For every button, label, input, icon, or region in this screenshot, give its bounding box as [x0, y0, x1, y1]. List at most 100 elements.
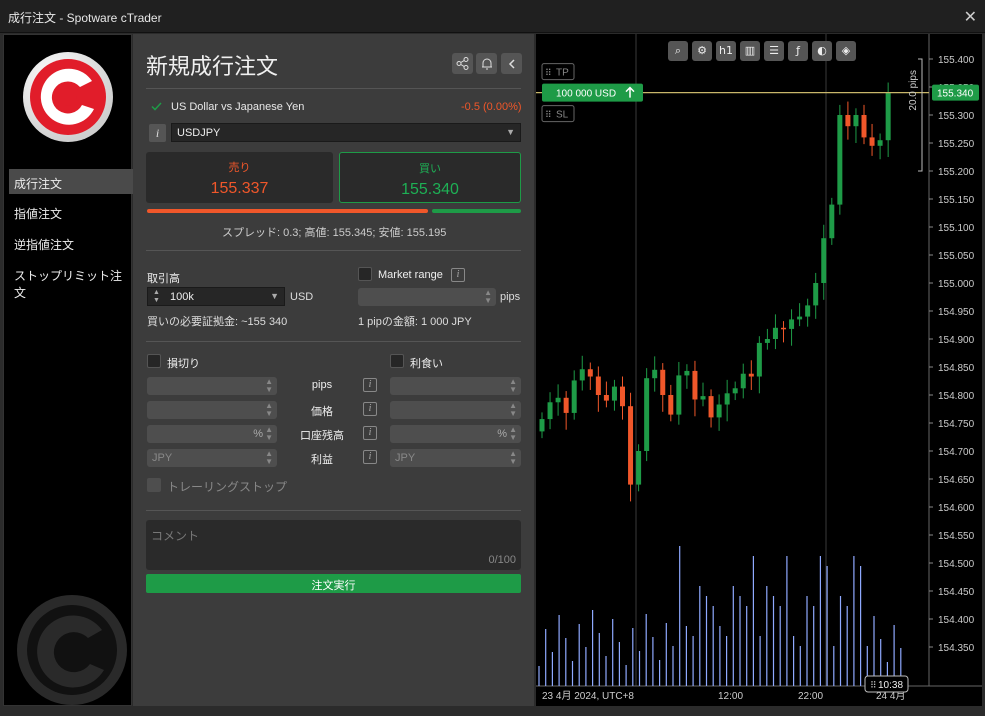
volume-label: 取引高: [147, 273, 180, 285]
stop-loss-checkbox[interactable]: [147, 354, 161, 368]
price-tick-label: 154.600: [938, 503, 975, 514]
time-tick-label: 12:00: [718, 691, 743, 702]
price-axis: 155.400155.350155.300155.250155.200155.1…: [929, 55, 979, 654]
crosshair-time-label: 10:38: [878, 680, 903, 691]
price-tick-label: 155.200: [938, 167, 975, 178]
chevron-left-icon[interactable]: [501, 53, 522, 74]
info-icon[interactable]: i: [363, 426, 377, 440]
candles-icon[interactable]: ▥: [740, 41, 760, 61]
info-icon[interactable]: i: [363, 378, 377, 392]
fibonacci-icon[interactable]: ƒ: [788, 41, 808, 61]
price-tick-label: 154.350: [938, 643, 975, 654]
candle-body: [563, 397, 569, 413]
price-tick-label: 154.450: [938, 587, 975, 598]
candle-body: [571, 380, 577, 413]
price-tick-label: 155.100: [938, 223, 975, 234]
pip-value: 1 pipの金額: 1 000 JPY: [358, 316, 472, 328]
candle-body: [821, 238, 827, 283]
market-range-unit: pips: [500, 291, 521, 303]
layers-icon[interactable]: ◈: [836, 41, 856, 61]
instrument-change: -0.5 (0.00%): [461, 101, 522, 113]
timeframe-h1-icon[interactable]: h1: [716, 41, 736, 61]
title-bar: 成行注文 - Spotware cTrader ✕: [0, 0, 985, 33]
info-icon[interactable]: i: [149, 124, 166, 142]
comment-field[interactable]: コメント 0/100: [146, 520, 521, 570]
divider: [146, 250, 521, 251]
candle-body: [805, 305, 811, 317]
info-icon[interactable]: i: [451, 268, 465, 282]
mid-label-price: 価格: [311, 406, 333, 418]
info-icon[interactable]: i: [363, 402, 377, 416]
candle-body: [877, 140, 883, 146]
candle-body: [853, 115, 859, 127]
price-tick-label: 154.400: [938, 615, 975, 626]
candle-body: [732, 388, 738, 394]
market-range-checkbox[interactable]: [358, 267, 372, 281]
take-profit-profit-input[interactable]: JPY ▲ ▼: [390, 449, 521, 467]
candle-body: [740, 373, 746, 389]
volume-select[interactable]: ▲ ▼ 100k ▼: [147, 287, 285, 306]
close-icon[interactable]: ✕: [964, 7, 977, 27]
chart-canvas[interactable]: 100 000 USD⠿TP⠿SL20.0 pips 155.400155.35…: [536, 34, 982, 706]
check-icon: [151, 102, 162, 111]
take-profit-price-input[interactable]: ▲ ▼: [390, 401, 521, 419]
window-title: 成行注文 - Spotware cTrader: [8, 11, 162, 25]
comment-placeholder: コメント: [151, 529, 200, 543]
bell-icon[interactable]: [476, 53, 497, 74]
volume-stepper[interactable]: ▲ ▼: [153, 289, 160, 305]
sl-label: SL: [556, 110, 569, 121]
stop-loss-price-input[interactable]: ▲ ▼: [147, 401, 277, 419]
page-title: 新規成行注文: [146, 54, 279, 79]
sidebar-item-limit-order[interactable]: 指値注文: [9, 199, 133, 224]
candle-body: [692, 370, 698, 400]
candle-body: [611, 386, 617, 401]
share-icon[interactable]: [452, 53, 473, 74]
sell-price: 155.337: [210, 180, 269, 197]
drag-handle-icon[interactable]: ⠿: [870, 680, 877, 690]
volume-value: 100k: [170, 291, 194, 303]
price-tick-label: 154.650: [938, 475, 975, 486]
stop-loss-profit-input[interactable]: JPY ▲ ▼: [147, 449, 277, 467]
take-profit-checkbox[interactable]: [390, 354, 404, 368]
candlesticks: [539, 82, 891, 502]
candle-body: [724, 393, 730, 405]
candle-body: [684, 370, 690, 376]
stop-loss-label: 損切り: [167, 358, 200, 370]
sell-button[interactable]: 売り 155.337: [146, 152, 333, 203]
execute-order-button[interactable]: 注文実行: [146, 574, 521, 593]
stop-loss-balance-input[interactable]: % ▲ ▼: [147, 425, 277, 443]
price-tick-label: 155.050: [938, 251, 975, 262]
instrument-name: US Dollar vs Japanese Yen: [171, 101, 305, 113]
price-chart[interactable]: 100 000 USD⠿TP⠿SL20.0 pips 155.400155.35…: [536, 34, 982, 706]
candle-body: [829, 204, 835, 239]
stop-loss-pips-input[interactable]: ▲ ▼: [147, 377, 277, 395]
chart-toolbar: ⌕ ⚙ h1 ▥ ☰ ƒ ◐ ◈: [668, 41, 856, 61]
trailing-stop-checkbox[interactable]: [147, 478, 161, 492]
market-range-label: Market range: [378, 269, 443, 281]
candle-body: [869, 137, 875, 146]
checklist-icon[interactable]: ☰: [764, 41, 784, 61]
info-icon[interactable]: i: [363, 450, 377, 464]
take-profit-balance-input[interactable]: % ▲ ▼: [390, 425, 521, 443]
price-tick-label: 154.800: [938, 391, 975, 402]
sidebar-item-stop-limit-order[interactable]: ストップリミット注文: [9, 261, 133, 300]
required-margin: 買いの必要証拠金: ~155 340: [147, 316, 288, 328]
candle-body: [885, 92, 891, 141]
zoom-icon[interactable]: ⌕: [668, 41, 688, 61]
take-profit-pips-input[interactable]: ▲ ▼: [390, 377, 521, 395]
symbol-select[interactable]: USDJPY ▼: [171, 123, 521, 142]
price-tick-label: 155.000: [938, 279, 975, 290]
price-tick-label: 154.750: [938, 419, 975, 430]
buy-label: 買い: [419, 163, 441, 175]
sidebar-item-market-order[interactable]: 成行注文: [9, 169, 133, 194]
sentiment-icon[interactable]: ◐: [812, 41, 832, 61]
sidebar-item-stop-order[interactable]: 逆指値注文: [9, 230, 133, 255]
buy-button[interactable]: 買い 155.340: [339, 152, 521, 203]
candle-body: [772, 327, 778, 339]
candle-body: [620, 386, 625, 407]
price-tick-label: 154.850: [938, 363, 975, 374]
tp-label: TP: [556, 68, 569, 79]
chart-settings-icon[interactable]: ⚙: [692, 41, 712, 61]
candle-body: [595, 376, 601, 395]
market-range-input[interactable]: ▲ ▼: [358, 288, 496, 306]
